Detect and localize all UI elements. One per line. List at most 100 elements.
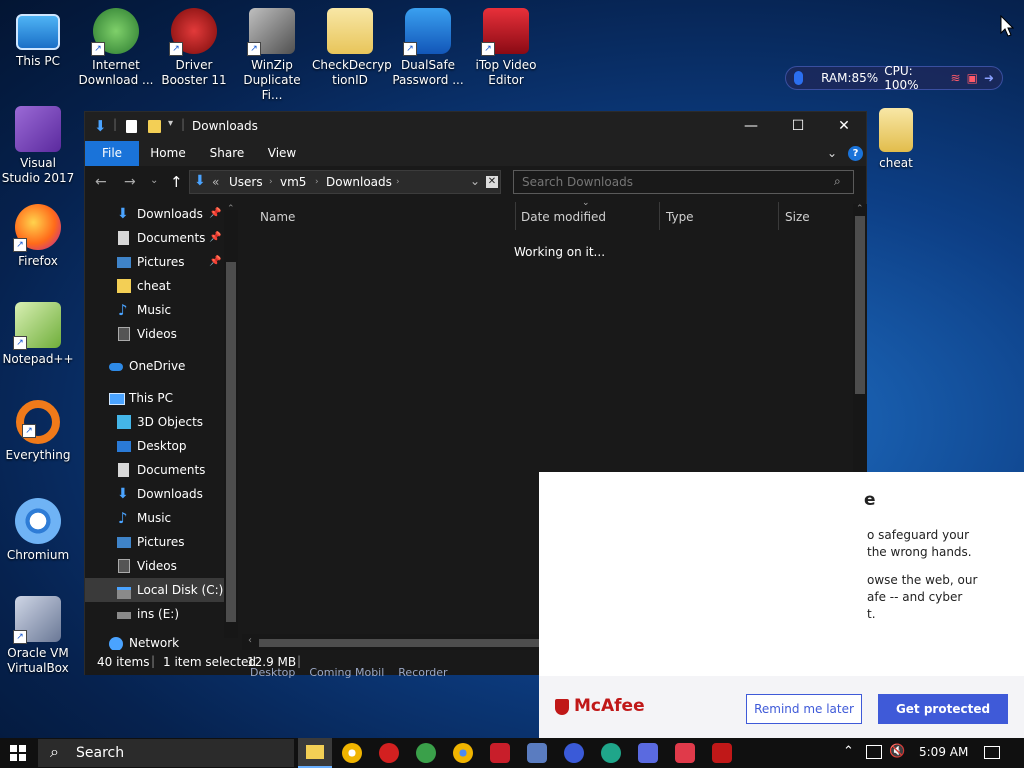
column-separator[interactable] [659, 202, 660, 230]
nav-item-cheat[interactable]: cheat [85, 274, 225, 298]
column-header-date[interactable]: Date modified [521, 210, 606, 224]
nav-item-documents[interactable]: Documents 📌 [85, 226, 225, 250]
desktop-icon-winzip[interactable]: ↗ WinZip Duplicate Fi... [234, 8, 310, 103]
properties-icon[interactable] [126, 120, 137, 133]
nav-item-ins-drive[interactable]: ins (E:) [85, 602, 225, 626]
nav-item-videos[interactable]: Videos [85, 322, 225, 346]
address-bar[interactable]: ⬇ « Users › vm5 › Downloads › ⌄ ✕ [189, 170, 501, 194]
taskbar-recorder-icon[interactable] [675, 743, 695, 763]
network-status-icon[interactable] [866, 745, 882, 759]
nav-item-music-pc[interactable]: ♪ Music [85, 506, 225, 530]
up-arrow-icon[interactable]: ↑ [170, 173, 183, 191]
column-header-name[interactable]: Name [260, 210, 295, 224]
close-button[interactable]: ✕ [821, 112, 867, 141]
desktop-icon-notepadpp[interactable]: ↗ Notepad++ [0, 302, 76, 367]
column-separator[interactable] [778, 202, 779, 230]
nav-item-music[interactable]: ♪ Music [85, 298, 225, 322]
desktop-icon-cheat[interactable]: cheat [858, 108, 934, 171]
taskbar-itop-icon[interactable] [490, 743, 510, 763]
nav-item-downloads[interactable]: ⬇ Downloads 📌 [85, 202, 225, 226]
search-box[interactable]: ⌕ [513, 170, 854, 194]
nav-item-network[interactable]: Network ⌄ [85, 634, 225, 650]
desktop-icon-dualsafe[interactable]: ↗ DualSafe Password ... [390, 8, 466, 88]
address-dropdown-icon[interactable]: ⌄ [470, 174, 480, 188]
taskbar-teal-app-icon[interactable] [601, 743, 621, 763]
desktop-icon-this-pc[interactable]: This PC [0, 8, 76, 69]
show-hidden-icons-icon[interactable]: ⌃ [843, 744, 854, 759]
arrow-right-icon[interactable]: ➜ [984, 71, 994, 85]
taskbar-explorer-active[interactable] [298, 738, 332, 768]
notification-icon[interactable] [984, 746, 1000, 759]
search-input[interactable] [514, 171, 830, 193]
taskbar-clock[interactable]: 5:09 AM [919, 745, 968, 759]
tab-home[interactable]: Home [143, 141, 193, 166]
title-separator-2: | [181, 117, 186, 131]
quick-access-download-icon[interactable]: ⬇ [94, 117, 107, 135]
start-button[interactable] [10, 745, 26, 761]
nav-item-videos-pc[interactable]: Videos [85, 554, 225, 578]
virtualbox-icon: ↗ [13, 596, 61, 644]
desktop-icon-driver-booster[interactable]: ↗ Driver Booster 11 [156, 8, 232, 88]
clear-address-icon[interactable]: ✕ [486, 176, 498, 188]
taskbar-tool-icon[interactable] [527, 743, 547, 763]
scroll-up-icon[interactable]: ⌃ [856, 204, 864, 214]
taskbar-p-app-icon[interactable] [638, 743, 658, 763]
help-icon[interactable]: ? [848, 146, 863, 161]
nav-item-this-pc[interactable]: This PC [85, 386, 225, 410]
nav-pane-scroll-thumb[interactable] [226, 262, 236, 622]
column-header-size[interactable]: Size [785, 210, 810, 224]
desktop-icon-virtualbox[interactable]: ↗ Oracle VM VirtualBox [0, 596, 76, 676]
new-folder-icon[interactable] [148, 120, 161, 133]
breadcrumb-vm5[interactable]: vm5 [280, 175, 306, 189]
vertical-scroll-thumb[interactable] [855, 216, 865, 394]
search-icon[interactable]: ⌕ [834, 174, 841, 189]
desktop-icon-internet-download[interactable]: ↗ Internet Download ... [78, 8, 154, 88]
desktop-icon-chromium[interactable]: Chromium [0, 498, 76, 563]
desktop-icon-visual-studio[interactable]: Visual Studio 2017 [0, 106, 76, 186]
nav-item-documents-pc[interactable]: Documents [85, 458, 225, 482]
nav-item-pictures[interactable]: Pictures 📌 [85, 250, 225, 274]
taskbar-driver-booster-icon[interactable] [379, 743, 399, 763]
forward-arrow-icon[interactable]: → [124, 174, 136, 190]
title-separator: | [113, 117, 118, 131]
back-arrow-icon[interactable]: ← [95, 174, 107, 190]
desktop-icon-checkdecryption[interactable]: CheckDecryp tionID [312, 8, 392, 88]
desktop-icon-firefox[interactable]: ↗ Firefox [0, 204, 76, 269]
system-monitor-widget[interactable]: RAM:85% CPU: 100% ≋ ▣ ➜ [785, 64, 1003, 92]
maximize-button[interactable]: ☐ [775, 112, 821, 141]
taskbar-search[interactable]: ⌕ Search [38, 739, 294, 767]
get-protected-button[interactable]: Get protected [878, 694, 1008, 724]
volume-muted-icon[interactable]: 🔇 [889, 744, 905, 759]
column-header-type[interactable]: Type [666, 210, 694, 224]
desktop-icon-everything[interactable]: ↗ Everything [0, 400, 76, 463]
nav-scroll-up-icon[interactable]: ⌃ [227, 204, 235, 214]
nav-item-pictures-pc[interactable]: Pictures [85, 530, 225, 554]
nav-item-downloads-pc[interactable]: ⬇ Downloads [85, 482, 225, 506]
nav-item-local-disk[interactable]: Local Disk (C:) [85, 578, 225, 602]
customize-dropdown-icon[interactable]: ▾ [168, 118, 173, 129]
recent-locations-icon[interactable]: ⌄ [150, 175, 158, 186]
scroll-left-icon[interactable]: ‹ [248, 635, 252, 646]
nav-item-desktop[interactable]: Desktop [85, 434, 225, 458]
address-overflow[interactable]: « [212, 175, 219, 189]
mcafee-body-line: o safeguard your [867, 528, 970, 542]
navigation-pane: ⬇ Downloads 📌 Documents 📌 Pictures 📌 che… [85, 202, 240, 650]
tab-share[interactable]: Share [201, 141, 253, 166]
winzip-icon: ↗ [247, 8, 295, 56]
taskbar-mcafee-icon[interactable] [712, 743, 732, 763]
nav-item-onedrive[interactable]: OneDrive [85, 354, 225, 378]
tab-file[interactable]: File [85, 141, 139, 166]
breadcrumb-downloads[interactable]: Downloads [326, 175, 392, 189]
taskbar-chromium-icon[interactable] [342, 743, 362, 763]
taskbar-idm-icon[interactable] [416, 743, 436, 763]
breadcrumb-users[interactable]: Users [229, 175, 263, 189]
expand-ribbon-icon[interactable]: ⌄ [827, 146, 837, 160]
desktop-icon-itop-video[interactable]: ↗ iTop Video Editor [468, 8, 544, 88]
taskbar-sync-icon[interactable] [564, 743, 584, 763]
nav-item-3d-objects[interactable]: 3D Objects [85, 410, 225, 434]
column-separator[interactable] [515, 202, 516, 230]
taskbar-chrome-icon[interactable] [453, 743, 473, 763]
tab-view[interactable]: View [259, 141, 305, 166]
remind-me-later-button[interactable]: Remind me later [746, 694, 862, 724]
minimize-button[interactable]: — [728, 112, 774, 141]
